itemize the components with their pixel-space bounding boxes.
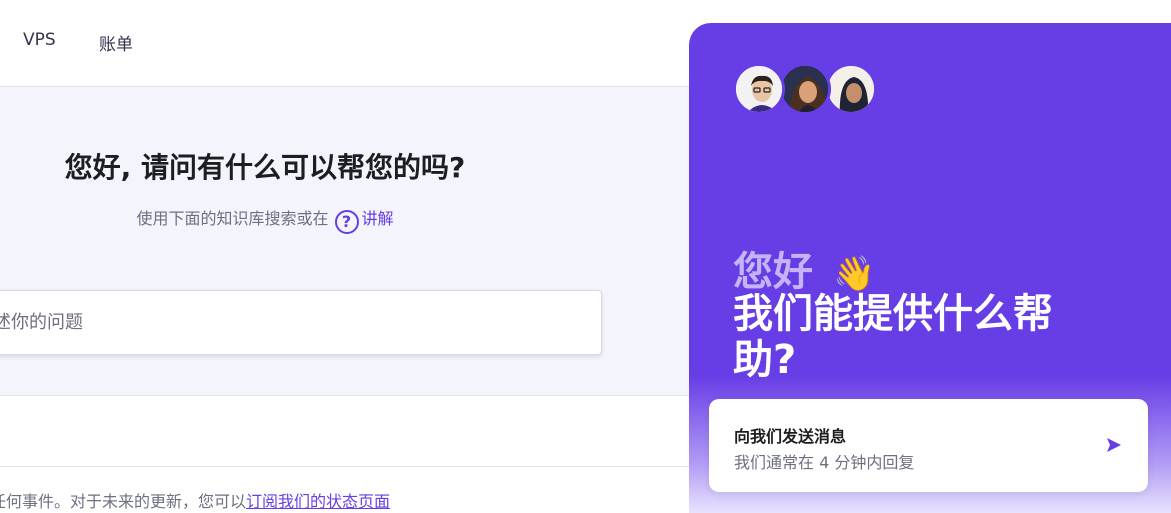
status-notice: 任何事件。对于未来的更新，您可以订阅我们的状态页面 bbox=[0, 488, 390, 512]
avatar bbox=[825, 63, 877, 115]
reply-time-text: 我们通常在 4 分钟内回复 bbox=[734, 453, 915, 472]
chat-greeting-text: 您好 bbox=[733, 249, 813, 295]
section-divider bbox=[0, 466, 700, 467]
hero-subtitle: 使用下面的知识库搜索或在? 讲解 bbox=[0, 205, 530, 234]
search-box[interactable] bbox=[0, 290, 602, 355]
avatar bbox=[733, 63, 785, 115]
chat-widget: 您好 👋 我们能提供什么帮助? 向我们发送消息 我们通常在 4 分钟内回复 bbox=[689, 23, 1171, 513]
send-icon[interactable] bbox=[1105, 436, 1123, 454]
chat-question: 我们能提供什么帮助? bbox=[733, 291, 1053, 383]
chat-greeting: 您好 👋 bbox=[733, 239, 875, 297]
help-circle-icon[interactable]: ? bbox=[334, 210, 359, 234]
waving-hand-icon: 👋 bbox=[832, 254, 876, 294]
search-input[interactable] bbox=[0, 291, 601, 354]
send-message-title: 向我们发送消息 bbox=[734, 427, 847, 446]
status-notice-text: 任何事件。对于未来的更新，您可以 bbox=[0, 492, 247, 511]
hero-subtitle-text: 使用下面的知识库搜索或在 bbox=[136, 209, 329, 228]
page-title: 您好, 请问有什么可以帮您的吗? bbox=[64, 151, 466, 184]
nav-link-vps[interactable]: VPS bbox=[23, 30, 56, 50]
avatar bbox=[779, 63, 831, 115]
nav-link-billing[interactable]: 账单 bbox=[99, 30, 133, 55]
status-page-link[interactable]: 订阅我们的状态页面 bbox=[246, 492, 390, 511]
send-message-card[interactable]: 向我们发送消息 我们通常在 4 分钟内回复 bbox=[709, 399, 1148, 492]
explain-link[interactable]: 讲解 bbox=[362, 209, 394, 228]
